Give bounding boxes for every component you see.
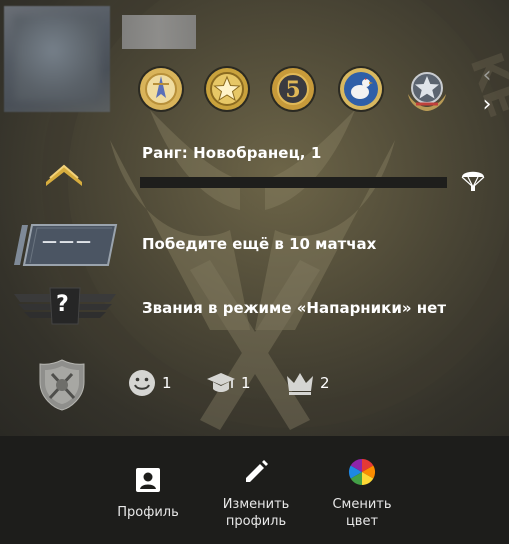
star-wreath-icon[interactable] — [402, 64, 452, 114]
commend-teacher-stat: 1 — [205, 368, 251, 398]
rank-label: Ранг: Новобранец, 1 — [142, 144, 322, 162]
pencil-icon — [240, 456, 272, 488]
edit-profile-label: Изменить профиль — [222, 497, 290, 529]
commend-leader-stat: 2 — [284, 368, 330, 398]
five-year-coin-icon[interactable]: 5 — [268, 64, 318, 114]
parachute-icon[interactable] — [460, 167, 486, 193]
commend-teacher-count: 1 — [241, 374, 251, 392]
crown-icon — [287, 373, 313, 395]
profile-icon — [132, 464, 164, 496]
smiley-icon — [129, 370, 155, 396]
service-badge-icon — [39, 359, 85, 411]
color-wheel-icon — [346, 456, 378, 488]
commend-friendly-count: 1 — [162, 374, 172, 392]
rank-chevron-icon — [46, 164, 82, 186]
graduation-cap-icon — [207, 373, 235, 392]
wingman-unknown-mark: ? — [56, 292, 69, 317]
wins-needed-text: Победите ещё в 10 матчах — [142, 235, 377, 253]
change-color-button[interactable]: Сменить цвет — [314, 456, 410, 540]
avatar[interactable] — [4, 6, 110, 112]
edit-profile-button[interactable]: Изменить профиль — [208, 456, 304, 540]
profile-button[interactable]: Профиль — [100, 464, 196, 544]
medals-next-button[interactable]: › — [477, 93, 497, 117]
wingman-status-text: Звания в режиме «Напарники» нет — [142, 299, 447, 317]
chicken-coin-icon[interactable] — [336, 64, 386, 114]
profile-actions-bar: Профиль Изменить профиль Сменить цвет — [0, 436, 509, 544]
service-medal-icon[interactable] — [136, 64, 186, 114]
commend-leader-count: 2 — [320, 374, 330, 392]
skill-group-placeholder: ——— — [42, 232, 93, 250]
rank-progress-bar — [140, 177, 447, 188]
commend-friendly-stat: 1 — [126, 368, 172, 398]
svg-text:5: 5 — [285, 77, 300, 103]
star-coin-icon[interactable] — [202, 64, 252, 114]
profile-button-label: Профиль — [117, 505, 179, 520]
profile-card: KE 5 ‹ › Ранг: Новобранец, 1 ——— Победит… — [0, 0, 509, 436]
medals-prev-button[interactable]: ‹ — [477, 64, 497, 88]
player-name-placeholder — [122, 15, 196, 49]
change-color-label: Сменить цвет — [332, 497, 392, 529]
